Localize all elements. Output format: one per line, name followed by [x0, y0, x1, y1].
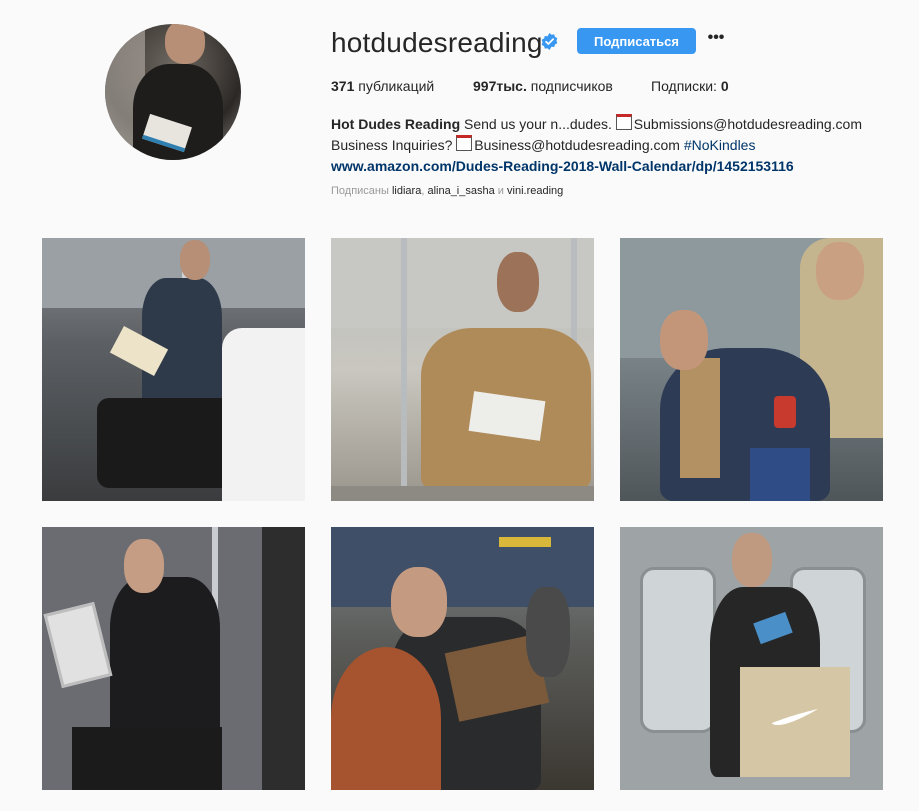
profile-bio: Hot Dudes Reading Send us your n...dudes…: [331, 114, 891, 177]
photo-face: [391, 567, 447, 637]
post-thumbnail[interactable]: [42, 238, 305, 501]
mailbox-icon: [615, 114, 632, 130]
followed-by-user[interactable]: vini.reading: [507, 185, 563, 197]
photo-cup: [774, 396, 796, 428]
bio-line-1: Hot Dudes Reading Send us your n...dudes…: [331, 114, 891, 135]
bio-business-email: Business@hotdudesreading.com: [474, 137, 680, 153]
post-thumbnail[interactable]: [620, 238, 883, 501]
stat-posts: 371 публикаций: [331, 78, 434, 94]
followed-by-conjunction: и: [497, 185, 504, 197]
bio-text: Send us your n...dudes.: [464, 116, 612, 132]
photo-face: [497, 252, 539, 312]
photo-legs: [72, 727, 222, 790]
following-label: Подписки:: [651, 78, 717, 94]
bio-business-label: Business Inquiries?: [331, 137, 453, 153]
photo-bg: [331, 238, 594, 328]
stat-following[interactable]: Подписки: 0: [651, 78, 729, 94]
following-count: 0: [720, 78, 729, 94]
followed-by-user[interactable]: alina_i_sasha: [427, 185, 494, 197]
photo-door-left: [640, 567, 716, 733]
followed-by: Подписаны lidiara, alina_i_sasha и vini.…: [331, 185, 564, 197]
bio-submissions-email: Submissions@hotdudesreading.com: [633, 116, 863, 132]
photo-sign: [499, 537, 551, 547]
followed-by-user[interactable]: lidiara: [392, 185, 421, 197]
photo-floor: [331, 486, 594, 501]
post-thumbnail[interactable]: [331, 527, 594, 790]
photo-shirt: [222, 328, 305, 501]
photo-face: [124, 539, 164, 593]
photo-sleeve: [680, 358, 720, 478]
follow-button[interactable]: Подписаться: [577, 28, 696, 54]
photo-face: [660, 310, 708, 370]
bio-name: Hot Dudes Reading: [331, 116, 461, 132]
photo-bg-figure: [526, 587, 570, 677]
photo-jeans: [750, 448, 810, 501]
photo-legs: [97, 398, 237, 488]
stat-followers[interactable]: 997тыс. подписчиков: [473, 78, 613, 94]
avatar-face: [165, 24, 205, 64]
photo-hair-foreground: [331, 647, 441, 790]
more-options-icon[interactable]: •••: [706, 30, 726, 50]
verified-badge-icon: [541, 33, 558, 50]
bio-line-2: Business Inquiries? Business@hotdudesrea…: [331, 135, 891, 156]
photo-side-figure: [262, 527, 305, 790]
photo-pole: [401, 238, 407, 501]
bio-line-3: www.amazon.com/Dudes-Reading-2018-Wall-C…: [331, 156, 891, 177]
posts-label: публикаций: [358, 78, 435, 94]
photo-face: [732, 533, 772, 587]
photo-figure: [110, 577, 220, 747]
photo-face-2: [816, 242, 864, 300]
bio-website-link[interactable]: www.amazon.com/Dudes-Reading-2018-Wall-C…: [331, 158, 794, 174]
bio-hashtag-link[interactable]: #NoKindles: [684, 137, 756, 153]
followed-by-prefix: Подписаны: [331, 185, 389, 197]
post-thumbnail[interactable]: [620, 527, 883, 790]
profile-avatar[interactable]: [105, 24, 241, 160]
nike-logo-icon: [772, 709, 818, 725]
photo-face: [180, 240, 210, 280]
posts-count: 371: [331, 78, 355, 94]
profile-username: hotdudesreading: [331, 27, 543, 58]
post-thumbnail[interactable]: [42, 527, 305, 790]
mailbox-icon: [456, 135, 473, 151]
post-thumbnail[interactable]: [331, 238, 594, 501]
followers-label: подписчиков: [530, 78, 613, 94]
followers-count: 997тыс.: [473, 78, 527, 94]
